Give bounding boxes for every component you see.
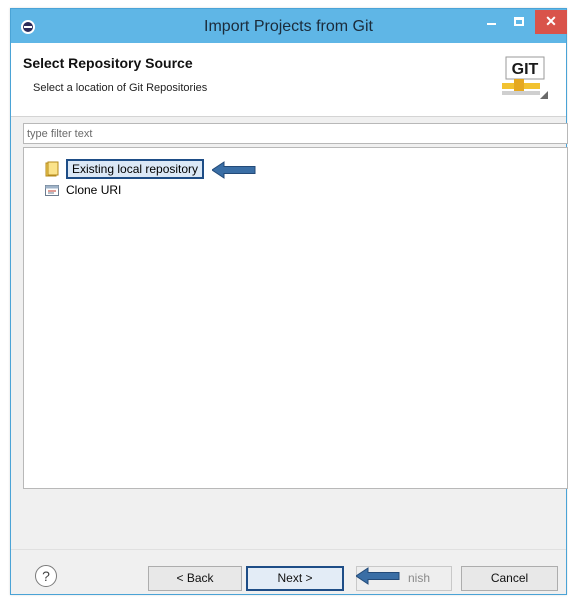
repository-source-tree: Existing local repository Clone URI [23, 147, 568, 489]
git-logo: GIT [502, 56, 548, 99]
close-button[interactable]: ✕ [535, 10, 567, 34]
minimize-button[interactable] [476, 10, 506, 34]
tree-item-clone-uri[interactable]: Clone URI [44, 181, 121, 199]
page-title: Select Repository Source [23, 55, 193, 71]
import-dialog: Import Projects from Git ✕ Select Reposi… [10, 8, 568, 595]
finish-button-label: nish [407, 571, 430, 585]
maximize-button[interactable] [504, 10, 534, 34]
maximize-icon [514, 17, 524, 26]
filter-input[interactable] [23, 123, 568, 144]
repository-folder-icon [45, 161, 59, 177]
clone-uri-icon [45, 185, 59, 196]
tree-item-label: Existing local repository [66, 159, 205, 179]
tree-item-label: Clone URI [66, 183, 122, 197]
button-bar-separator [11, 549, 566, 550]
page-description: Select a location of Git Repositories [33, 82, 208, 94]
annotation-arrow-icon [356, 567, 400, 585]
tree-item-existing-local-repository[interactable]: Existing local repository [44, 159, 205, 179]
minimize-icon [486, 23, 496, 25]
title-bar[interactable]: Import Projects from Git ✕ [11, 9, 567, 43]
back-button[interactable]: < Back [148, 566, 242, 591]
close-icon: ✕ [545, 13, 557, 29]
help-button[interactable]: ? [35, 565, 57, 587]
next-button[interactable]: Next > [246, 566, 344, 591]
git-logo-text: GIT [512, 61, 539, 78]
cancel-button[interactable]: Cancel [461, 566, 558, 591]
wizard-header: Select Repository Source Select a locati… [11, 43, 566, 117]
annotation-arrow-icon [212, 161, 256, 179]
